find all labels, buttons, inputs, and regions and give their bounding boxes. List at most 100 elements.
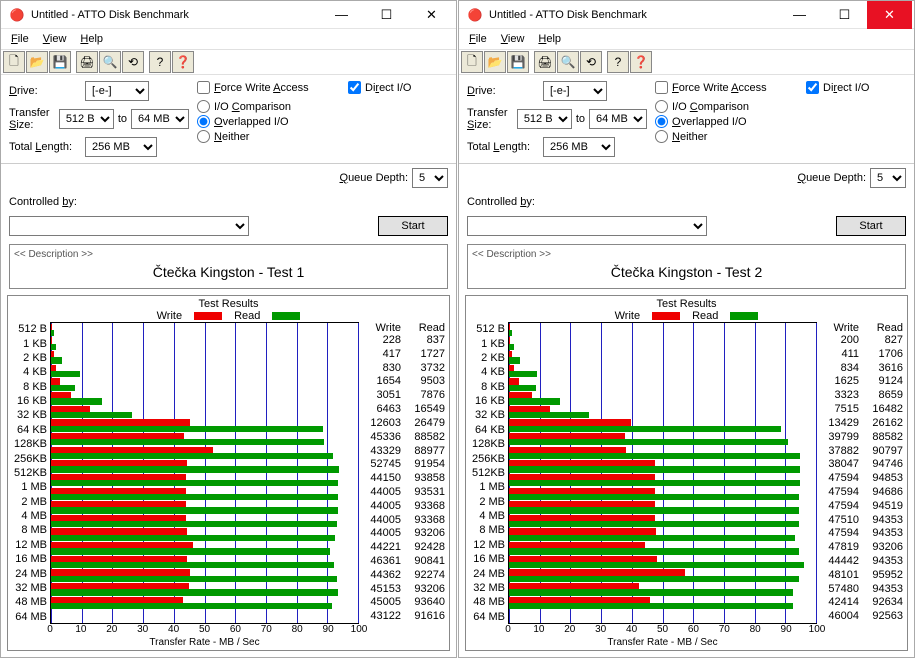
print-icon[interactable]: 🖨 bbox=[534, 51, 556, 73]
xtick: 30 bbox=[595, 624, 606, 635]
close-button[interactable]: ✕ bbox=[867, 1, 912, 29]
toolbar: 🗋 📂 💾 🖨 🔍 ⟲ ? ❓ bbox=[459, 49, 914, 75]
description-box[interactable]: << Description >> Čtečka Kingston - Test… bbox=[467, 244, 906, 289]
legend-read-swatch bbox=[272, 312, 300, 320]
menu-help[interactable]: Help bbox=[532, 31, 567, 47]
controlled-by-select[interactable] bbox=[467, 216, 707, 236]
new-icon[interactable]: 🗋 bbox=[3, 51, 25, 73]
save-icon[interactable]: 💾 bbox=[49, 51, 71, 73]
ts-from-select[interactable]: 512 B bbox=[59, 109, 114, 129]
io-comparison-radio[interactable]: I/O Comparison bbox=[197, 100, 340, 113]
help-icon[interactable]: ? bbox=[149, 51, 171, 73]
val-read: 9124 bbox=[861, 375, 905, 389]
drive-select[interactable]: [-e-] bbox=[543, 81, 607, 101]
bar-read bbox=[51, 480, 338, 486]
val-read: 837 bbox=[403, 334, 447, 348]
overlapped-io-radio[interactable]: Overlapped I/O bbox=[197, 115, 340, 128]
bar-read bbox=[51, 576, 337, 582]
ts-to-word: to bbox=[576, 113, 585, 125]
menu-file[interactable]: File bbox=[5, 31, 35, 47]
val-read: 7876 bbox=[403, 389, 447, 403]
val-write: 44150 bbox=[359, 472, 403, 486]
val-read: 1727 bbox=[403, 348, 447, 362]
bar-read bbox=[51, 466, 339, 472]
ytick: 512KB bbox=[10, 467, 47, 479]
val-write: 44005 bbox=[359, 527, 403, 541]
minimize-button[interactable]: — bbox=[777, 1, 822, 29]
val-write: 38047 bbox=[817, 458, 861, 472]
zoom-icon[interactable]: 🔍 bbox=[99, 51, 121, 73]
val-read: 91616 bbox=[403, 610, 447, 624]
val-write: 46361 bbox=[359, 555, 403, 569]
ytick: 48 MB bbox=[10, 596, 47, 608]
direct-io-checkbox[interactable]: Direct I/O bbox=[806, 81, 906, 94]
ytick: 8 KB bbox=[10, 381, 47, 393]
ytick: 64 MB bbox=[468, 611, 505, 623]
val-write: 228 bbox=[359, 334, 403, 348]
neither-radio[interactable]: Neither bbox=[655, 130, 798, 143]
open-icon[interactable]: 📂 bbox=[26, 51, 48, 73]
fwa-checkbox[interactable]: Force Write Access bbox=[655, 81, 798, 94]
overlapped-io-radio[interactable]: Overlapped I/O bbox=[655, 115, 798, 128]
menu-help[interactable]: Help bbox=[74, 31, 109, 47]
maximize-button[interactable]: ☐ bbox=[822, 1, 867, 29]
drive-select[interactable]: [-e-] bbox=[85, 81, 149, 101]
ytick: 2 MB bbox=[468, 496, 505, 508]
ytick: 12 MB bbox=[10, 539, 47, 551]
help-icon[interactable]: ? bbox=[607, 51, 629, 73]
val-write: 12603 bbox=[359, 417, 403, 431]
results-panel: Test Results Write Read 512 B1 KB2 KB4 K… bbox=[465, 295, 908, 651]
ytick: 2 KB bbox=[10, 352, 47, 364]
tl-select[interactable]: 256 MB bbox=[85, 137, 157, 157]
val-read: 92274 bbox=[403, 569, 447, 583]
reset-icon[interactable]: ⟲ bbox=[580, 51, 602, 73]
whatsthis-icon[interactable]: ❓ bbox=[630, 51, 652, 73]
menu-view[interactable]: View bbox=[495, 31, 531, 47]
description-box[interactable]: << Description >> Čtečka Kingston - Test… bbox=[9, 244, 448, 289]
menu-file[interactable]: File bbox=[463, 31, 493, 47]
bar-read bbox=[509, 330, 512, 336]
queue-depth-select[interactable]: 5 bbox=[870, 168, 906, 188]
legend-write-label: Write bbox=[157, 310, 182, 322]
val-read: 26162 bbox=[861, 417, 905, 431]
start-button[interactable]: Start bbox=[836, 216, 906, 236]
zoom-icon[interactable]: 🔍 bbox=[557, 51, 579, 73]
xtick: 90 bbox=[781, 624, 792, 635]
val-write: 45005 bbox=[359, 596, 403, 610]
neither-radio[interactable]: Neither bbox=[197, 130, 340, 143]
val-read: 93368 bbox=[403, 500, 447, 514]
ts-from-select[interactable]: 512 B bbox=[517, 109, 572, 129]
xlabel: Transfer Rate - MB / Sec bbox=[50, 637, 359, 648]
queue-depth-select[interactable]: 5 bbox=[412, 168, 448, 188]
new-icon[interactable]: 🗋 bbox=[461, 51, 483, 73]
val-read: 92428 bbox=[403, 541, 447, 555]
legend-write-swatch bbox=[194, 312, 222, 320]
xlabel: Transfer Rate - MB / Sec bbox=[508, 637, 817, 648]
start-button[interactable]: Start bbox=[378, 216, 448, 236]
save-icon[interactable]: 💾 bbox=[507, 51, 529, 73]
legend-write-label: Write bbox=[615, 310, 640, 322]
val-read: 93206 bbox=[403, 527, 447, 541]
val-write: 834 bbox=[817, 362, 861, 376]
tl-select[interactable]: 256 MB bbox=[543, 137, 615, 157]
maximize-button[interactable]: ☐ bbox=[364, 1, 409, 29]
close-button[interactable]: ✕ bbox=[409, 1, 454, 29]
minimize-button[interactable]: — bbox=[319, 1, 364, 29]
fwa-checkbox[interactable]: Force Write Access bbox=[197, 81, 340, 94]
direct-io-checkbox[interactable]: Direct I/O bbox=[348, 81, 448, 94]
description-text: Čtečka Kingston - Test 1 bbox=[14, 260, 443, 284]
val-write: 45336 bbox=[359, 431, 403, 445]
reset-icon[interactable]: ⟲ bbox=[122, 51, 144, 73]
ts-to-select[interactable]: 64 MB bbox=[589, 109, 647, 129]
io-comparison-radio[interactable]: I/O Comparison bbox=[655, 100, 798, 113]
controlled-by-select[interactable] bbox=[9, 216, 249, 236]
print-icon[interactable]: 🖨 bbox=[76, 51, 98, 73]
titlebar: 🔴 Untitled - ATTO Disk Benchmark — ☐ ✕ bbox=[1, 1, 456, 29]
whatsthis-icon[interactable]: ❓ bbox=[172, 51, 194, 73]
menu-view[interactable]: View bbox=[37, 31, 73, 47]
val-read: 1706 bbox=[861, 348, 905, 362]
val-read: 90797 bbox=[861, 445, 905, 459]
val-write: 46004 bbox=[817, 610, 861, 624]
ts-to-select[interactable]: 64 MB bbox=[131, 109, 189, 129]
open-icon[interactable]: 📂 bbox=[484, 51, 506, 73]
